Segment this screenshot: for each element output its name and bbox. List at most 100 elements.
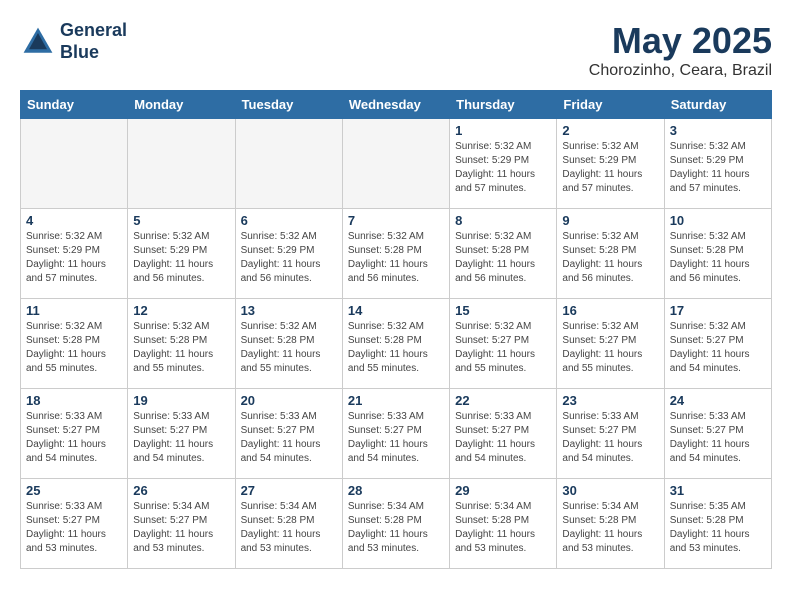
day-cell: 15 Sunrise: 5:32 AM Sunset: 5:27 PM Dayli… [450,299,557,389]
day-number: 28 [348,483,444,498]
day-cell: 17 Sunrise: 5:32 AM Sunset: 5:27 PM Dayli… [664,299,771,389]
day-cell: 6Sunrise: 5:32 AM Sunset: 5:29 PM Daylig… [235,209,342,299]
day-number: 25 [26,483,122,498]
day-cell [128,119,235,209]
col-header-monday: Monday [128,91,235,119]
day-cell: 1 Sunrise: 5:32 AM Sunset: 5:29 PM Daylig… [450,119,557,209]
day-cell: 7 Sunrise: 5:32 AM Sunset: 5:28 PM Daylig… [342,209,449,299]
header-row: SundayMondayTuesdayWednesdayThursdayFrid… [21,91,772,119]
day-info: Sunrise: 5:34 AM Sunset: 5:28 PM Dayligh… [562,500,658,556]
day-info: Sunrise: 5:32 AM Sunset: 5:28 PM Dayligh… [455,230,551,286]
col-header-sunday: Sunday [21,91,128,119]
day-number: 2 [562,123,658,138]
day-cell: 19 Sunrise: 5:33 AM Sunset: 5:27 PM Dayli… [128,389,235,479]
day-info: Sunrise: 5:32 AM Sunset: 5:28 PM Dayligh… [133,320,229,376]
day-info: Sunrise: 5:32 AM Sunset: 5:29 PM Dayligh… [455,140,551,196]
col-header-saturday: Saturday [664,91,771,119]
day-number: 7 [348,213,444,228]
day-number: 24 [670,393,766,408]
day-info: Sunrise: 5:32 AM Sunset: 5:28 PM Dayligh… [348,320,444,376]
day-info: Sunrise: 5:32 AM Sunset: 5:29 PM Dayligh… [133,230,229,286]
day-cell: 4 Sunrise: 5:32 AM Sunset: 5:29 PM Daylig… [21,209,128,299]
col-header-friday: Friday [557,91,664,119]
day-cell [21,119,128,209]
calendar-table: SundayMondayTuesdayWednesdayThursdayFrid… [20,90,772,569]
day-number: 8 [455,213,551,228]
day-info: Sunrise: 5:32 AM Sunset: 5:28 PM Dayligh… [562,230,658,286]
day-info: Sunrise: 5:33 AM Sunset: 5:27 PM Dayligh… [133,410,229,466]
col-header-tuesday: Tuesday [235,91,342,119]
day-info: Sunrise: 5:32 AM Sunset: 5:27 PM Dayligh… [670,320,766,376]
day-info: Sunrise: 5:33 AM Sunset: 5:27 PM Dayligh… [26,500,122,556]
day-cell: 21 Sunrise: 5:33 AM Sunset: 5:27 PM Dayli… [342,389,449,479]
day-number: 19 [133,393,229,408]
day-number: 14 [348,303,444,318]
day-number: 12 [133,303,229,318]
week-row-2: 4 Sunrise: 5:32 AM Sunset: 5:29 PM Daylig… [21,209,772,299]
day-info: Sunrise: 5:34 AM Sunset: 5:28 PM Dayligh… [348,500,444,556]
day-cell: 22 Sunrise: 5:33 AM Sunset: 5:27 PM Dayli… [450,389,557,479]
day-cell: 9 Sunrise: 5:32 AM Sunset: 5:28 PM Daylig… [557,209,664,299]
day-info: Sunrise: 5:32 AM Sunset: 5:28 PM Dayligh… [26,320,122,376]
day-info: Sunrise: 5:32 AM Sunset: 5:27 PM Dayligh… [455,320,551,376]
day-cell: 2 Sunrise: 5:32 AM Sunset: 5:29 PM Daylig… [557,119,664,209]
day-cell: 23Sunrise: 5:33 AM Sunset: 5:27 PM Dayli… [557,389,664,479]
day-cell [342,119,449,209]
day-number: 31 [670,483,766,498]
day-number: 27 [241,483,337,498]
day-info: Sunrise: 5:32 AM Sunset: 5:29 PM Dayligh… [670,140,766,196]
day-cell: 31 Sunrise: 5:35 AM Sunset: 5:28 PM Dayli… [664,479,771,569]
day-cell: 26Sunrise: 5:34 AM Sunset: 5:27 PM Dayli… [128,479,235,569]
day-info: Sunrise: 5:32 AM Sunset: 5:29 PM Dayligh… [26,230,122,286]
col-header-thursday: Thursday [450,91,557,119]
day-info: Sunrise: 5:33 AM Sunset: 5:27 PM Dayligh… [455,410,551,466]
day-cell: 16 Sunrise: 5:32 AM Sunset: 5:27 PM Dayli… [557,299,664,389]
day-number: 17 [670,303,766,318]
day-cell: 18Sunrise: 5:33 AM Sunset: 5:27 PM Dayli… [21,389,128,479]
day-number: 4 [26,213,122,228]
day-number: 16 [562,303,658,318]
day-cell: 14 Sunrise: 5:32 AM Sunset: 5:28 PM Dayli… [342,299,449,389]
day-cell: 11Sunrise: 5:32 AM Sunset: 5:28 PM Dayli… [21,299,128,389]
day-number: 29 [455,483,551,498]
week-row-4: 18Sunrise: 5:33 AM Sunset: 5:27 PM Dayli… [21,389,772,479]
day-cell: 5 Sunrise: 5:32 AM Sunset: 5:29 PM Daylig… [128,209,235,299]
day-cell: 20Sunrise: 5:33 AM Sunset: 5:27 PM Dayli… [235,389,342,479]
day-number: 10 [670,213,766,228]
day-number: 21 [348,393,444,408]
day-cell: 28 Sunrise: 5:34 AM Sunset: 5:28 PM Dayli… [342,479,449,569]
day-info: Sunrise: 5:34 AM Sunset: 5:28 PM Dayligh… [241,500,337,556]
day-info: Sunrise: 5:32 AM Sunset: 5:27 PM Dayligh… [562,320,658,376]
day-number: 5 [133,213,229,228]
day-info: Sunrise: 5:35 AM Sunset: 5:28 PM Dayligh… [670,500,766,556]
day-cell: 8 Sunrise: 5:32 AM Sunset: 5:28 PM Daylig… [450,209,557,299]
day-cell: 30Sunrise: 5:34 AM Sunset: 5:28 PM Dayli… [557,479,664,569]
day-info: Sunrise: 5:34 AM Sunset: 5:27 PM Dayligh… [133,500,229,556]
day-info: Sunrise: 5:32 AM Sunset: 5:28 PM Dayligh… [348,230,444,286]
day-number: 9 [562,213,658,228]
day-number: 1 [455,123,551,138]
day-info: Sunrise: 5:32 AM Sunset: 5:28 PM Dayligh… [670,230,766,286]
col-header-wednesday: Wednesday [342,91,449,119]
logo-text: General Blue [60,20,127,63]
day-info: Sunrise: 5:33 AM Sunset: 5:27 PM Dayligh… [348,410,444,466]
day-cell: 13 Sunrise: 5:32 AM Sunset: 5:28 PM Dayli… [235,299,342,389]
day-cell: 10 Sunrise: 5:32 AM Sunset: 5:28 PM Dayli… [664,209,771,299]
day-cell: 25 Sunrise: 5:33 AM Sunset: 5:27 PM Dayli… [21,479,128,569]
day-info: Sunrise: 5:33 AM Sunset: 5:27 PM Dayligh… [670,410,766,466]
day-number: 15 [455,303,551,318]
day-info: Sunrise: 5:34 AM Sunset: 5:28 PM Dayligh… [455,500,551,556]
title-block: May 2025 Chorozinho, Ceara, Brazil [589,20,772,80]
week-row-5: 25 Sunrise: 5:33 AM Sunset: 5:27 PM Dayli… [21,479,772,569]
week-row-1: 1 Sunrise: 5:32 AM Sunset: 5:29 PM Daylig… [21,119,772,209]
logo-icon [20,24,56,60]
day-info: Sunrise: 5:32 AM Sunset: 5:29 PM Dayligh… [562,140,658,196]
day-number: 13 [241,303,337,318]
day-cell: 27 Sunrise: 5:34 AM Sunset: 5:28 PM Dayli… [235,479,342,569]
page-header: General Blue May 2025 Chorozinho, Ceara,… [20,20,772,80]
month-title: May 2025 [589,20,772,62]
day-number: 22 [455,393,551,408]
day-cell: 29 Sunrise: 5:34 AM Sunset: 5:28 PM Dayli… [450,479,557,569]
day-info: Sunrise: 5:32 AM Sunset: 5:28 PM Dayligh… [241,320,337,376]
day-info: Sunrise: 5:33 AM Sunset: 5:27 PM Dayligh… [562,410,658,466]
